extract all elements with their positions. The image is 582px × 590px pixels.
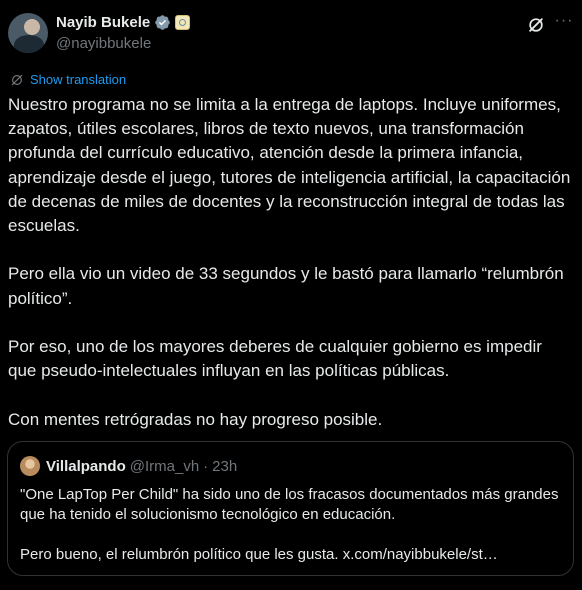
show-translation-label: Show translation [30,72,127,87]
translate-icon [11,74,23,85]
quoted-tweet-text: "One LapTop Per Child" ha sido uno de lo… [20,485,560,565]
tweet-text: Nuestro programa no se limita a la entre… [8,93,574,432]
quoted-paragraph: "One LapTop Per Child" ha sido uno de lo… [20,486,559,523]
quoted-timestamp: 23h [212,457,238,475]
tweet-paragraph: Nuestro programa no se limita a la entre… [8,95,571,236]
quoted-separator: · [203,457,209,475]
quoted-author-name: Villalpando [46,457,126,475]
tweet-paragraph: Pero ella vio un video de 33 segundos y … [8,264,564,308]
quoted-tweet-header: Villalpando @Irma_vh · 23h [20,456,237,476]
affiliation-badge-icon[interactable] [175,15,191,30]
author-display-name[interactable]: Nayib Bukele [56,14,150,31]
author-name-row: Nayib Bukele [56,14,191,31]
quoted-author-avatar [20,456,40,476]
quoted-paragraph: Pero bueno, el relumbrón político que le… [20,546,498,563]
tweet-header: Nayib Bukele @nayibbukele ··· [8,10,574,58]
author-avatar[interactable] [8,13,48,53]
tweet-paragraph: Por eso, uno de los mayores deberes de c… [8,337,542,381]
tweet-paragraph: Con mentes retrógradas no hay progreso p… [8,409,383,429]
quoted-author-handle: @Irma_vh [129,457,200,475]
author-handle[interactable]: @nayibbukele [56,35,151,52]
verified-badge-icon [155,15,170,30]
grok-icon[interactable] [526,15,546,35]
more-options-icon[interactable]: ··· [554,13,574,34]
show-translation-link[interactable]: Show translation [10,72,126,87]
quoted-tweet[interactable]: Villalpando @Irma_vh · 23h "One LapTop P… [7,441,574,576]
